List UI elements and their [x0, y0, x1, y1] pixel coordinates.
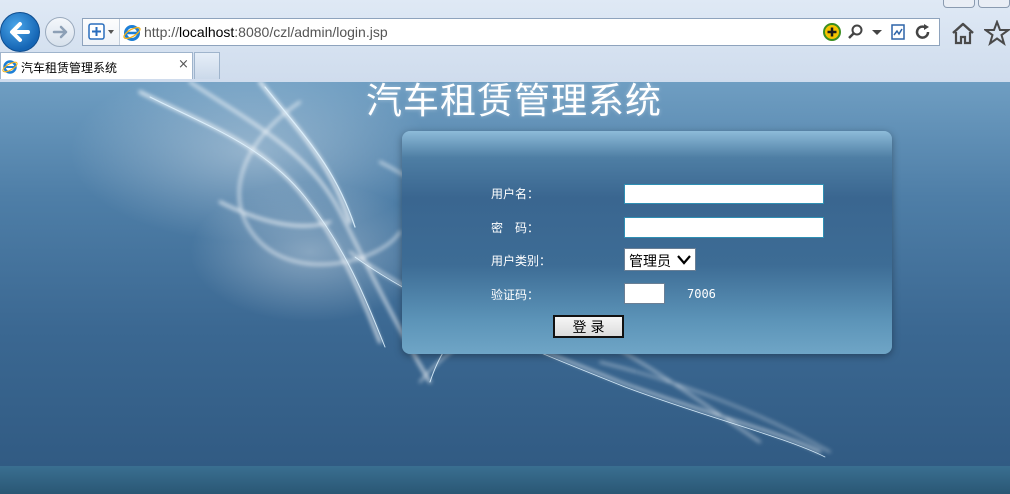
back-button[interactable] — [0, 12, 40, 52]
security-shield-icon[interactable] — [823, 23, 841, 41]
refresh-icon[interactable] — [913, 22, 933, 42]
password-input[interactable] — [624, 217, 824, 238]
url-text: http://localhost:8080/czl/admin/login.js… — [144, 24, 388, 40]
password-label: 密 码： — [491, 221, 540, 235]
tab-close-button[interactable]: × — [178, 57, 189, 72]
forward-arrow-icon — [52, 25, 68, 39]
search-icon[interactable] — [847, 23, 865, 41]
forward-button[interactable] — [45, 17, 75, 47]
login-panel: 用户名： 密 码： 用户类别： 管理员 验证码： 7006 登录 — [402, 131, 892, 354]
address-bar[interactable]: http://localhost:8080/czl/admin/login.js… — [82, 18, 940, 46]
address-tools — [823, 22, 933, 42]
tab-title: 汽车租赁管理系统 — [21, 61, 118, 75]
compatibility-view-button[interactable] — [83, 19, 120, 45]
captcha-input[interactable] — [624, 283, 665, 304]
back-arrow-icon — [10, 22, 30, 42]
page-report-icon[interactable] — [889, 23, 907, 41]
user-type-select[interactable]: 管理员 — [624, 248, 696, 271]
home-icon[interactable] — [950, 20, 976, 46]
login-button[interactable]: 登录 — [553, 315, 624, 338]
user-type-label: 用户类别： — [491, 254, 552, 268]
chevron-down-icon — [677, 255, 691, 265]
captcha-code: 7006 — [687, 287, 716, 301]
star-icon[interactable] — [984, 20, 1010, 46]
captcha-label: 验证码： — [491, 288, 540, 302]
restore-button[interactable] — [943, 0, 975, 8]
compatibility-view-icon — [88, 23, 114, 40]
username-input[interactable] — [624, 184, 824, 204]
browser-chrome: http://localhost:8080/czl/admin/login.js… — [0, 0, 1010, 83]
browser-tab-active[interactable]: 汽车租赁管理系统 × — [0, 52, 193, 79]
page-title: 汽车租赁管理系统 — [365, 82, 662, 122]
page-content: 汽车租赁管理系统 用户名： 密 码： 用户类别： 管理员 验证码： 7006 登… — [0, 82, 1010, 494]
user-type-selected-value: 管理员 — [629, 254, 671, 270]
ie-logo-icon — [123, 25, 141, 41]
new-tab-button[interactable] — [194, 52, 220, 79]
dropdown-arrow-icon[interactable] — [871, 23, 883, 41]
close-window-button[interactable] — [978, 0, 1010, 8]
bottom-strip — [0, 466, 1010, 494]
username-label: 用户名： — [491, 187, 540, 201]
tab-ie-logo-icon — [2, 60, 18, 74]
